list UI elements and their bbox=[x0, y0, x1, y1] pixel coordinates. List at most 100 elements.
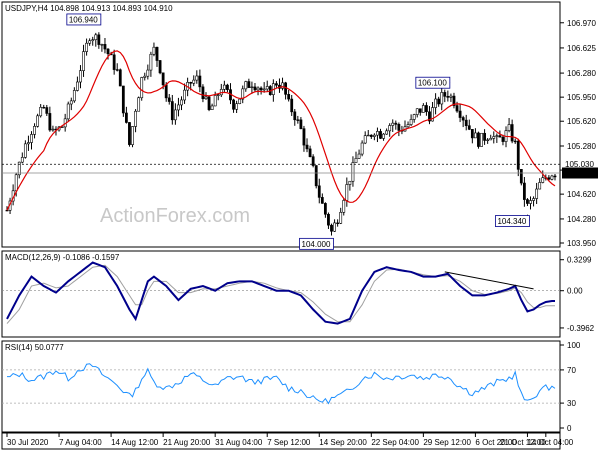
candle-body bbox=[327, 213, 330, 226]
candle-body bbox=[357, 153, 361, 159]
candle-body bbox=[14, 174, 18, 192]
x-tick-label: 21 Aug 20:00 bbox=[163, 438, 211, 447]
y-tick-label: 103.950 bbox=[567, 239, 596, 248]
candle-body bbox=[296, 119, 300, 121]
candle-body bbox=[91, 39, 95, 42]
candle-body bbox=[262, 88, 266, 91]
candle-body bbox=[192, 79, 196, 84]
candle-body bbox=[146, 69, 150, 77]
candle-body bbox=[351, 162, 355, 182]
x-tick-label: 7 Sep 12:00 bbox=[267, 438, 311, 447]
x-tick-label: 22 Sep 04:00 bbox=[371, 438, 419, 447]
candle-body bbox=[51, 128, 55, 131]
candle-body bbox=[550, 175, 554, 180]
candle-body bbox=[529, 200, 532, 204]
annotation-label: 104.000 bbox=[302, 240, 331, 249]
annotation-label: 104.340 bbox=[497, 217, 526, 226]
candle-body bbox=[342, 200, 346, 213]
candle-body bbox=[170, 101, 174, 121]
candle-body bbox=[161, 72, 165, 86]
candle-body bbox=[23, 143, 27, 158]
candle-body bbox=[397, 124, 401, 131]
candle-body bbox=[495, 135, 499, 137]
candle-body bbox=[177, 104, 180, 111]
candle-body bbox=[323, 203, 327, 215]
candle-body bbox=[201, 86, 205, 100]
candle-body bbox=[20, 157, 24, 163]
rsi-y-tick-label: 30 bbox=[567, 399, 576, 408]
candle-body bbox=[27, 142, 30, 145]
candle-body bbox=[106, 48, 110, 55]
candle-body bbox=[366, 134, 370, 137]
candle-body bbox=[45, 107, 49, 114]
candle-body bbox=[30, 134, 33, 143]
y-tick-label: 106.625 bbox=[567, 44, 596, 53]
candle-body bbox=[415, 108, 419, 115]
candle-body bbox=[458, 110, 462, 118]
y-tick-label: 105.620 bbox=[567, 117, 596, 126]
candle-body bbox=[207, 96, 211, 110]
candle-body bbox=[167, 97, 171, 102]
rsi-y-tick-label: 0 bbox=[567, 424, 572, 433]
candle-body bbox=[535, 188, 539, 199]
x-tick-label: 29 Sep 12:00 bbox=[423, 438, 471, 447]
y-tick-label: 106.280 bbox=[567, 69, 596, 78]
candle-body bbox=[250, 86, 254, 89]
candle-body bbox=[195, 75, 199, 81]
candle-body bbox=[149, 53, 153, 71]
candle-body bbox=[501, 136, 505, 142]
candle-body bbox=[412, 114, 416, 120]
candle-body bbox=[180, 99, 183, 106]
candle-body bbox=[455, 105, 459, 112]
x-tick-label: 21 Oct 12:00 bbox=[500, 438, 546, 447]
macd-pane-frame bbox=[1, 250, 561, 338]
candle-body bbox=[376, 131, 379, 136]
candle-body bbox=[216, 94, 220, 96]
candle-body bbox=[532, 198, 535, 201]
candle-body bbox=[115, 69, 119, 71]
candle-body bbox=[173, 109, 177, 121]
candle-body bbox=[513, 140, 517, 143]
candle-body bbox=[66, 103, 70, 120]
candle-body bbox=[348, 180, 352, 185]
candle-body bbox=[443, 92, 447, 97]
y-tick-label: 105.280 bbox=[567, 142, 596, 151]
candle-body bbox=[88, 40, 92, 44]
candle-body bbox=[232, 99, 235, 110]
annotation-label: 106.100 bbox=[418, 79, 447, 88]
rsi-y-tick-label: 100 bbox=[567, 341, 581, 350]
candle-body bbox=[305, 144, 309, 150]
candle-body bbox=[379, 131, 382, 139]
candle-body bbox=[143, 75, 147, 78]
candle-body bbox=[284, 82, 287, 95]
candle-body bbox=[470, 129, 474, 139]
x-tick-label: 14 Aug 12:00 bbox=[111, 438, 159, 447]
candle-body bbox=[69, 100, 73, 105]
candle-body bbox=[256, 87, 260, 91]
candle-body bbox=[222, 84, 226, 90]
candle-body bbox=[320, 197, 324, 204]
candle-body bbox=[244, 81, 248, 90]
candle-body bbox=[235, 103, 239, 110]
candle-body bbox=[265, 86, 269, 90]
price-pane-frame bbox=[1, 1, 561, 248]
candle-body bbox=[409, 119, 413, 125]
candle-body bbox=[210, 105, 214, 110]
candle-body bbox=[437, 98, 441, 105]
candle-body bbox=[406, 124, 410, 128]
candle-body bbox=[314, 165, 318, 187]
chart-root: ActionForex.com 106.970 106.625 106.280 105.… bbox=[0, 0, 600, 450]
candle-body bbox=[516, 140, 520, 170]
candle-body bbox=[317, 185, 321, 198]
y-tick-label: 105.950 bbox=[567, 93, 596, 102]
candle-body bbox=[360, 142, 364, 155]
candle-body bbox=[369, 134, 373, 137]
candle-body bbox=[48, 113, 52, 131]
candle-body bbox=[391, 122, 395, 126]
candle-body bbox=[112, 54, 116, 70]
candle-body bbox=[33, 126, 36, 135]
candle-body bbox=[489, 138, 493, 141]
candle-body bbox=[164, 84, 168, 99]
candle-body bbox=[421, 105, 425, 113]
candle-body bbox=[213, 95, 217, 107]
